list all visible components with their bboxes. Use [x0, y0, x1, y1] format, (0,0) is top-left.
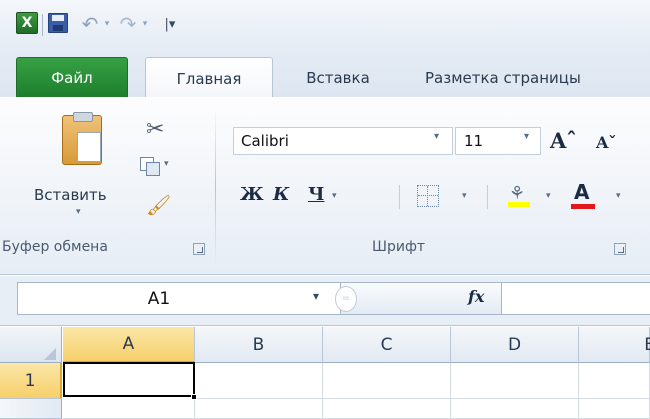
undo-dropdown-icon[interactable]: ▾	[101, 12, 113, 36]
cell-a2[interactable]	[63, 399, 195, 419]
paste-dropdown-icon[interactable]: ▾	[76, 207, 81, 217]
format-separator	[399, 185, 400, 209]
font-color-dropdown-icon[interactable]: ▾	[616, 191, 621, 201]
font-color-button[interactable]: A	[574, 180, 589, 204]
font-size-dropdown-icon[interactable]: ▾	[524, 131, 529, 142]
save-icon[interactable]	[48, 13, 68, 33]
paste-button[interactable]: Вставить	[34, 186, 107, 204]
cell-c1[interactable]	[323, 363, 451, 399]
insert-function-button[interactable]: fx	[468, 287, 484, 306]
cell-b1[interactable]	[195, 363, 323, 399]
excel-logo-icon[interactable]: X	[16, 12, 38, 34]
qat-separator	[42, 14, 43, 36]
column-header-a[interactable]: A	[63, 327, 195, 363]
font-launcher-icon[interactable]	[614, 243, 626, 255]
font-name-dropdown-icon[interactable]: ▾	[434, 131, 439, 142]
font-color-swatch	[571, 204, 595, 209]
ribbon-tabs: Файл Главная Вставка Разметка страницы	[0, 52, 650, 99]
ribbon-home: Вставить ▾ ✂ ▾ 🖌 Буфер обмена Calibri ▾ …	[0, 97, 650, 275]
italic-button[interactable]: К	[273, 184, 289, 205]
column-header-c[interactable]: C	[323, 327, 451, 363]
cell-d2[interactable]	[451, 399, 579, 419]
undo-icon[interactable]: ↶	[80, 12, 100, 36]
fill-handle[interactable]	[191, 394, 197, 400]
format-painter-icon[interactable]: 🖌	[146, 193, 171, 217]
copy-dropdown-icon[interactable]: ▾	[164, 159, 169, 169]
redo-dropdown-icon[interactable]: ▾	[139, 12, 151, 36]
clipboard-group-label: Буфер обмена	[2, 239, 108, 255]
redo-icon[interactable]: ↷	[118, 12, 138, 36]
clipboard-launcher-icon[interactable]	[193, 243, 205, 255]
select-all-button[interactable]	[0, 327, 62, 363]
row-header-2[interactable]	[0, 399, 62, 419]
cell-e1[interactable]	[579, 363, 650, 399]
cell-e2[interactable]	[579, 399, 650, 419]
fill-color-icon[interactable]: ⚘	[509, 183, 525, 204]
name-box-dropdown-icon[interactable]: ▾	[313, 289, 319, 303]
worksheet-grid: A B C D E 1	[0, 327, 650, 419]
cell-c2[interactable]	[323, 399, 451, 419]
customize-qat-icon[interactable]: |▾	[163, 12, 177, 36]
column-header-e[interactable]: E	[579, 327, 650, 363]
fill-color-swatch	[508, 202, 530, 207]
select-all-triangle-icon	[44, 348, 56, 360]
font-name-select[interactable]: Calibri	[233, 127, 453, 155]
column-header-e-label: E	[644, 334, 650, 355]
group-separator	[215, 107, 216, 267]
name-box[interactable]: A1	[17, 282, 341, 315]
cut-icon[interactable]: ✂	[146, 117, 164, 142]
formula-input[interactable]	[501, 282, 650, 315]
borders-dropdown-icon[interactable]: ▾	[462, 191, 467, 201]
shrink-font-button[interactable]: Aˇ	[596, 133, 616, 152]
font-group-label: Шрифт	[372, 239, 426, 255]
underline-button[interactable]: Ч	[308, 184, 324, 205]
cell-b2[interactable]	[195, 399, 323, 419]
fill-color-dropdown-icon[interactable]: ▾	[546, 191, 551, 201]
column-header-b[interactable]: B	[195, 327, 323, 363]
copy-icon[interactable]	[140, 157, 160, 176]
borders-icon[interactable]	[417, 185, 439, 207]
grow-font-button[interactable]: Aˆ	[550, 128, 577, 153]
formula-bar-resize-handle[interactable]: =	[335, 286, 357, 312]
column-header-d[interactable]: D	[451, 327, 579, 363]
quick-access-toolbar: X ↶ ▾ ↷ ▾ |▾	[0, 0, 650, 52]
format-separator	[487, 185, 488, 209]
tab-insert[interactable]: Вставка	[288, 57, 388, 98]
tab-page-layout[interactable]: Разметка страницы	[404, 57, 650, 98]
underline-dropdown-icon[interactable]: ▾	[332, 191, 337, 201]
formula-bar: A1 ▾ = fx	[0, 276, 650, 326]
paste-icon[interactable]	[62, 112, 102, 165]
row-header-1[interactable]: 1	[0, 363, 62, 399]
tab-home[interactable]: Главная	[145, 57, 273, 99]
tab-file[interactable]: Файл	[16, 57, 128, 98]
bold-button[interactable]: Ж	[240, 184, 264, 205]
cell-d1[interactable]	[451, 363, 579, 399]
cell-a1-active[interactable]	[63, 362, 195, 397]
